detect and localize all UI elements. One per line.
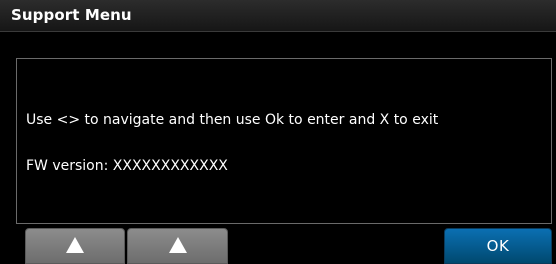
triangle-up-icon [66,237,84,253]
navigate-up-button-1[interactable] [25,228,125,264]
ok-button[interactable]: OK [444,228,552,264]
support-menu-screen: Support Menu Use <> to navigate and then… [0,0,556,264]
message-panel: Use <> to navigate and then use Ok to en… [16,58,552,224]
ok-button-label: OK [486,237,510,255]
navigate-up-button-2[interactable] [127,228,228,264]
instruction-text: Use <> to navigate and then use Ok to en… [26,112,439,128]
firmware-version-text: FW version: XXXXXXXXXXXX [26,158,228,174]
triangle-up-icon [168,237,187,253]
page-title: Support Menu [11,6,132,24]
title-bar: Support Menu [0,0,556,32]
